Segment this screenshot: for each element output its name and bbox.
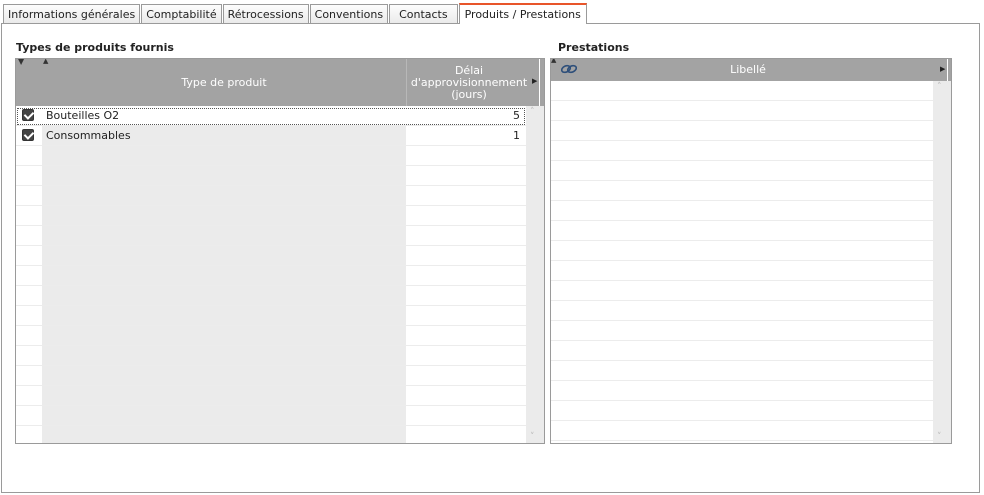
empty-row xyxy=(16,206,526,226)
selected-row-focus xyxy=(17,108,525,125)
empty-row xyxy=(551,141,933,161)
empty-row xyxy=(16,406,526,426)
column-header-delai[interactable]: Délai d'approvisionnement (jours) xyxy=(406,59,532,106)
types-produits-title: Types de produits fournis xyxy=(16,41,174,54)
vertical-scrollbar[interactable]: ˄ ˅ xyxy=(526,106,544,443)
tab-bar: Informations générales Comptabilité Rétr… xyxy=(3,3,588,24)
column-header-libelle[interactable]: Libellé xyxy=(581,59,915,81)
column-menu-arrow-icon[interactable]: ▶ xyxy=(940,65,945,73)
grid-body xyxy=(551,81,933,443)
empty-row xyxy=(16,266,526,286)
types-produits-grid: ▼ ▲ Type de produit Délai d'approvisionn… xyxy=(15,58,545,444)
empty-row xyxy=(16,186,526,206)
table-row[interactable]: Consommables 1 xyxy=(16,126,526,146)
column-sort-icon[interactable]: ▲ xyxy=(551,59,556,64)
empty-row xyxy=(551,221,933,241)
empty-row xyxy=(551,181,933,201)
empty-row xyxy=(551,81,933,101)
prestations-grid: ▲ Libellé ▶ ˄ ˅ xyxy=(550,58,952,444)
empty-row xyxy=(16,366,526,386)
empty-row xyxy=(16,246,526,266)
empty-row xyxy=(16,306,526,326)
empty-row xyxy=(16,146,526,166)
empty-row xyxy=(551,341,933,361)
empty-row xyxy=(551,261,933,281)
empty-row xyxy=(551,101,933,121)
scroll-down-icon[interactable]: ˅ xyxy=(530,432,535,442)
scroll-down-icon[interactable]: ˅ xyxy=(937,432,942,442)
vertical-scrollbar[interactable]: ˄ ˅ xyxy=(933,81,951,443)
grid-header: ▲ Libellé ▶ xyxy=(551,59,951,81)
tab-conventions[interactable]: Conventions xyxy=(309,4,389,24)
empty-row xyxy=(551,381,933,401)
grid-header: ▼ ▲ Type de produit Délai d'approvisionn… xyxy=(16,59,544,106)
empty-row xyxy=(16,286,526,306)
empty-row xyxy=(16,386,526,406)
tab-retrocessions[interactable]: Rétrocessions xyxy=(222,4,309,24)
empty-row xyxy=(551,421,933,441)
empty-row xyxy=(16,426,526,443)
empty-row xyxy=(551,241,933,261)
grid-body: Bouteilles O2 5 Consommables 1 xyxy=(16,106,526,443)
empty-row xyxy=(16,226,526,246)
empty-row xyxy=(16,326,526,346)
tab-produits-prestations[interactable]: Produits / Prestations xyxy=(458,3,587,24)
cell-delai: 1 xyxy=(513,129,520,142)
column-filter-icon[interactable]: ▼ xyxy=(18,59,24,66)
empty-row xyxy=(551,121,933,141)
tab-contacts[interactable]: Contacts xyxy=(389,4,458,24)
empty-row xyxy=(551,201,933,221)
empty-row xyxy=(16,166,526,186)
scroll-up-icon[interactable]: ˄ xyxy=(937,82,942,92)
empty-row xyxy=(551,161,933,181)
tab-informations-generales[interactable]: Informations générales xyxy=(3,4,141,24)
empty-row xyxy=(551,301,933,321)
column-header-type-produit[interactable]: Type de produit xyxy=(42,59,406,106)
empty-row xyxy=(551,321,933,341)
tab-content-panel: Types de produits fournis ▼ ▲ Type de pr… xyxy=(1,23,980,493)
empty-row xyxy=(551,401,933,421)
empty-row xyxy=(551,361,933,381)
prestations-title: Prestations xyxy=(558,41,630,54)
empty-row xyxy=(551,281,933,301)
row-checkbox[interactable] xyxy=(22,129,34,141)
cell-type-produit: Consommables xyxy=(46,129,131,142)
column-menu-arrow-icon[interactable]: ▶ xyxy=(532,77,537,85)
empty-row xyxy=(16,346,526,366)
tab-comptabilite[interactable]: Comptabilité xyxy=(141,4,222,24)
scroll-up-icon[interactable]: ˄ xyxy=(530,107,535,117)
link-chain-icon[interactable] xyxy=(560,63,578,75)
